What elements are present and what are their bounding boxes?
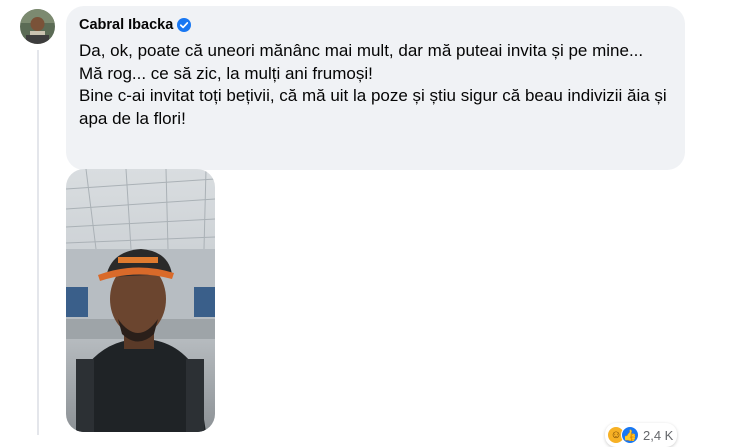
comment-line: Da, ok, poate că uneori mănânc mai mult,… xyxy=(79,41,644,60)
comment-line: Bine c-ai invitat toți bețivii, că mă ui… xyxy=(79,86,667,128)
verified-badge-icon xyxy=(177,18,192,32)
thread-line xyxy=(37,50,39,435)
comment-text: Da, ok, poate că uneori mănânc mai mult,… xyxy=(79,40,673,130)
comment-bubble: Cabral Ibacka Da, ok, poate că uneori mă… xyxy=(66,6,685,170)
avatar[interactable] xyxy=(20,9,55,44)
reaction-count: 2,4 K xyxy=(643,427,674,443)
comment-line: Mă rog... ce să zic, la mulți ani frumoș… xyxy=(79,63,373,83)
author-name[interactable]: Cabral Ibacka xyxy=(79,17,173,33)
reactions-summary[interactable]: ☺ 👍 2,4 K xyxy=(605,423,678,447)
comment-photo[interactable] xyxy=(66,169,215,432)
like-icon: 👍 xyxy=(621,426,639,444)
